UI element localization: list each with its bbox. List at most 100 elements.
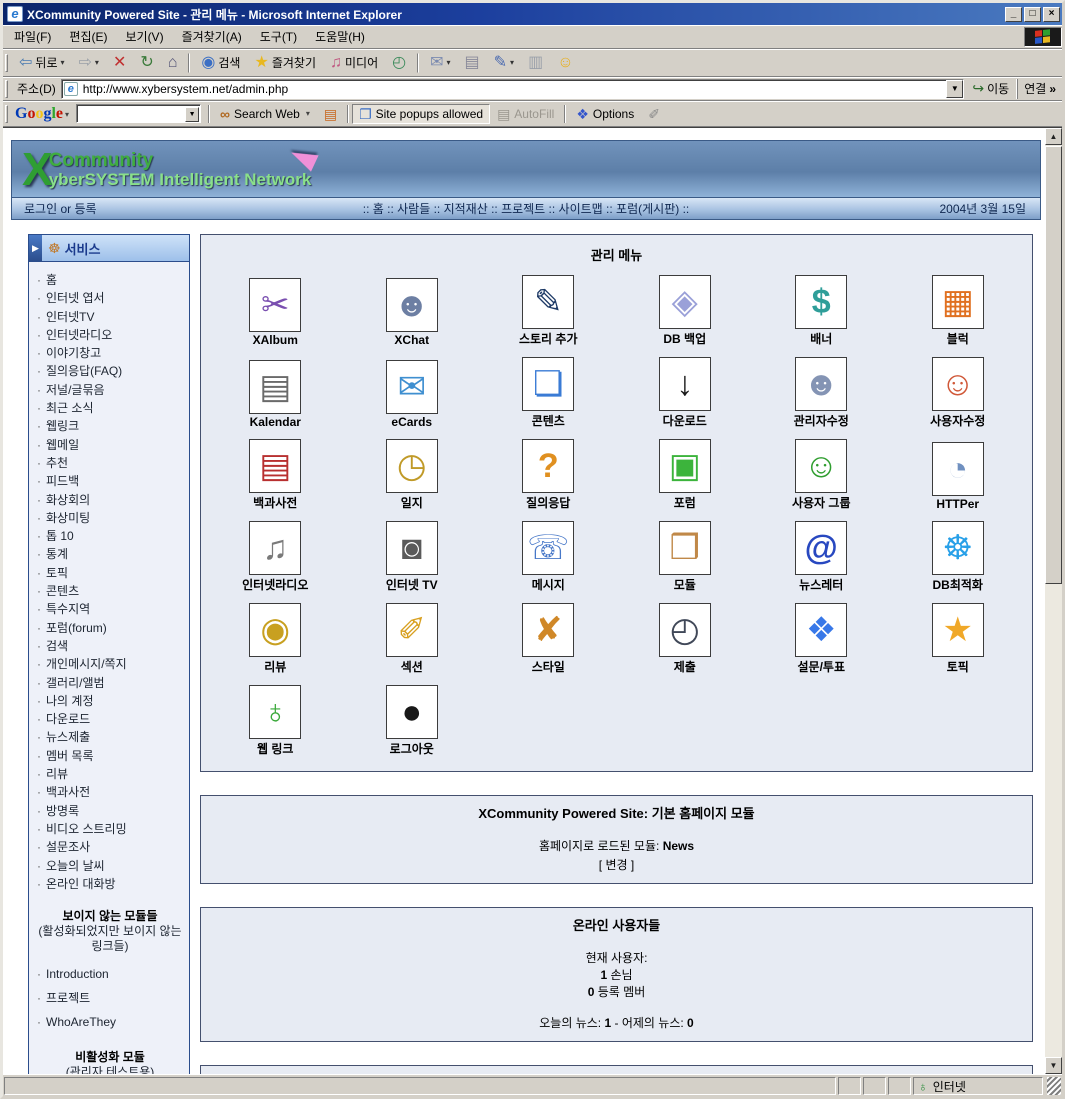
toolbar-grip[interactable] [5, 54, 8, 72]
address-field[interactable]: e ▼ [61, 79, 965, 99]
scroll-up-button[interactable]: ▲ [1045, 128, 1062, 145]
sidebar-item[interactable]: 피드백 [35, 472, 185, 490]
scroll-down-button[interactable]: ▼ [1045, 1057, 1062, 1074]
home-button[interactable]: ⌂ [161, 52, 185, 74]
admin-item-messages[interactable]: ☏ 메시지 [480, 514, 617, 593]
sidebar-item[interactable]: 콘텐츠 [35, 582, 185, 600]
services-header[interactable]: ▶ ☸ 서비스 [29, 235, 189, 262]
admin-item-httper[interactable]: ◔ HTTPer [890, 432, 1027, 511]
sidebar-item[interactable]: 리뷰 [35, 765, 185, 783]
go-button[interactable]: ↪ 이동 [964, 78, 1017, 99]
admin-item-content[interactable]: ❏ 콘텐츠 [480, 350, 617, 429]
address-input[interactable] [81, 81, 947, 97]
menu-file[interactable]: 파일(F) [5, 25, 60, 48]
search-web-button[interactable]: ∞ Search Web ▾ [213, 104, 317, 124]
google-search-dropdown[interactable]: ▼ [185, 107, 199, 122]
admin-item-newsletter[interactable]: @ 뉴스레터 [753, 514, 890, 593]
address-bar-grip[interactable] [5, 80, 8, 98]
admin-item-internet-tv[interactable]: ◙ 인터넷 TV [344, 514, 481, 593]
search-button[interactable]: ◉ 검색 [194, 51, 247, 74]
sidebar-item[interactable]: 통계 [35, 545, 185, 563]
sidebar-item[interactable]: 토픽 [35, 564, 185, 582]
admin-item-reviews[interactable]: ◉ 리뷰 [207, 596, 344, 675]
menu-tools[interactable]: 도구(T) [251, 25, 306, 48]
admin-item-edit-users[interactable]: ☺ 사용자수정 [890, 350, 1027, 429]
sidebar-item[interactable]: 질의응답(FAQ) [35, 362, 185, 380]
admin-item-db-backup[interactable]: ◈ DB 백업 [617, 268, 754, 347]
sidebar-item[interactable]: 프로젝트 [35, 986, 185, 1010]
close-button[interactable]: × [1043, 7, 1060, 22]
sidebar-item[interactable]: 다운로드 [35, 710, 185, 728]
minimize-button[interactable]: _ [1005, 7, 1022, 22]
sidebar-item[interactable]: WhoAreThey [35, 1010, 185, 1034]
sidebar-item[interactable]: 설문조사 [35, 838, 185, 856]
admin-item-surveys[interactable]: ❖ 설문/투표 [753, 596, 890, 675]
page-info-button[interactable]: ▤ [317, 104, 344, 124]
admin-item-add-story[interactable]: ✎ 스토리 추가 [480, 268, 617, 347]
sidebar-item[interactable]: 톱 10 [35, 527, 185, 545]
mail-button[interactable]: ✉ ▾ [423, 52, 457, 74]
sidebar-item[interactable]: 웹메일 [35, 436, 185, 454]
sidebar-item[interactable]: 화상미팅 [35, 509, 185, 527]
vertical-scrollbar[interactable]: ▲ ▼ [1045, 128, 1062, 1074]
admin-item-user-groups[interactable]: ☺ 사용자 그룹 [753, 432, 890, 511]
google-logo[interactable]: Google ▾ [12, 105, 72, 123]
sidebar-item[interactable]: 포럼(forum) [35, 619, 185, 637]
admin-item-faq[interactable]: ? 질의응답 [480, 432, 617, 511]
sidebar-item[interactable]: 최근 소식 [35, 399, 185, 417]
admin-item-ecards[interactable]: ✉ eCards [344, 350, 481, 429]
popups-allowed-button[interactable]: ❐ Site popups allowed [352, 104, 490, 124]
sidebar-item[interactable]: 웹링크 [35, 417, 185, 435]
admin-item-styles[interactable]: ✘ 스타일 [480, 596, 617, 675]
sidebar-item[interactable]: 인터넷라디오 [35, 326, 185, 344]
edit-button[interactable]: ✎ ▾ [487, 52, 521, 74]
messenger-button[interactable]: ☺ [550, 52, 580, 74]
forward-button[interactable]: ⇨ ▾ [72, 52, 106, 74]
menu-edit[interactable]: 편집(E) [60, 25, 116, 48]
sidebar-item[interactable]: 온라인 대화방 [35, 875, 185, 893]
google-search-input[interactable] [76, 104, 201, 123]
resize-grip[interactable] [1047, 1077, 1061, 1095]
admin-item-topics[interactable]: ★ 토픽 [890, 596, 1027, 675]
admin-item-banners[interactable]: $ 배너 [753, 268, 890, 347]
sidebar-item[interactable]: 저널/글묶음 [35, 381, 185, 399]
admin-item-xalbum[interactable]: ✂ XAlbum [207, 268, 344, 347]
admin-item-kalendar[interactable]: ▤ Kalendar [207, 350, 344, 429]
sidebar-item[interactable]: 홈 [35, 271, 185, 289]
highlighter-button[interactable]: ✐ [641, 104, 667, 124]
sidebar-item[interactable]: Introduction [35, 962, 185, 986]
admin-item-edit-admins[interactable]: ☻ 관리자수정 [753, 350, 890, 429]
admin-item-journal[interactable]: ◷ 일지 [344, 432, 481, 511]
sidebar-item[interactable]: 인터넷 엽서 [35, 289, 185, 307]
admin-item-blocks[interactable]: ▦ 블럭 [890, 268, 1027, 347]
admin-item-db-optimize[interactable]: ☸ DB최적화 [890, 514, 1027, 593]
menu-favorites[interactable]: 즐겨찾기(A) [173, 25, 251, 48]
sidebar-item[interactable]: 방명록 [35, 802, 185, 820]
sidebar-item[interactable]: 특수지역 [35, 600, 185, 618]
admin-item-web-links[interactable]: ♁ 웹 링크 [207, 678, 344, 757]
scrollbar-thumb[interactable] [1045, 146, 1062, 584]
refresh-button[interactable]: ↻ [133, 52, 160, 74]
menu-help[interactable]: 도움말(H) [306, 25, 374, 48]
print-button[interactable]: ▤ [458, 52, 487, 74]
sidebar-item[interactable]: 이야기창고 [35, 344, 185, 362]
sidebar-item[interactable]: 비디오 스트리밍 [35, 820, 185, 838]
admin-item-encyclopedia[interactable]: ▤ 백과사전 [207, 432, 344, 511]
admin-item-forums[interactable]: ▣ 포럼 [617, 432, 754, 511]
toolbar-separator[interactable] [417, 53, 419, 73]
admin-item-logout[interactable]: ● 로그아웃 [344, 678, 481, 757]
sidebar-item[interactable]: 백과사전 [35, 783, 185, 801]
sidebar-item[interactable]: 뉴스제출 [35, 728, 185, 746]
admin-item-xchat[interactable]: ☻ XChat [344, 268, 481, 347]
sidebar-item[interactable]: 추천 [35, 454, 185, 472]
favorites-button[interactable]: ★ 즐겨찾기 [247, 51, 323, 74]
back-button[interactable]: ⇦ 뒤로 ▾ [12, 51, 72, 74]
sidebar-item[interactable]: 인터넷TV [35, 308, 185, 326]
links-button[interactable]: 연결 » [1017, 79, 1062, 99]
admin-item-sections[interactable]: ✐ 섹션 [344, 596, 481, 675]
admin-item-submissions[interactable]: ◴ 제출 [617, 596, 754, 675]
menu-view[interactable]: 보기(V) [116, 25, 172, 48]
sidebar-item[interactable]: 개인메시지/쪽지 [35, 655, 185, 673]
options-button[interactable]: ❖ Options [569, 104, 641, 124]
history-button[interactable]: ◴ [385, 52, 413, 74]
